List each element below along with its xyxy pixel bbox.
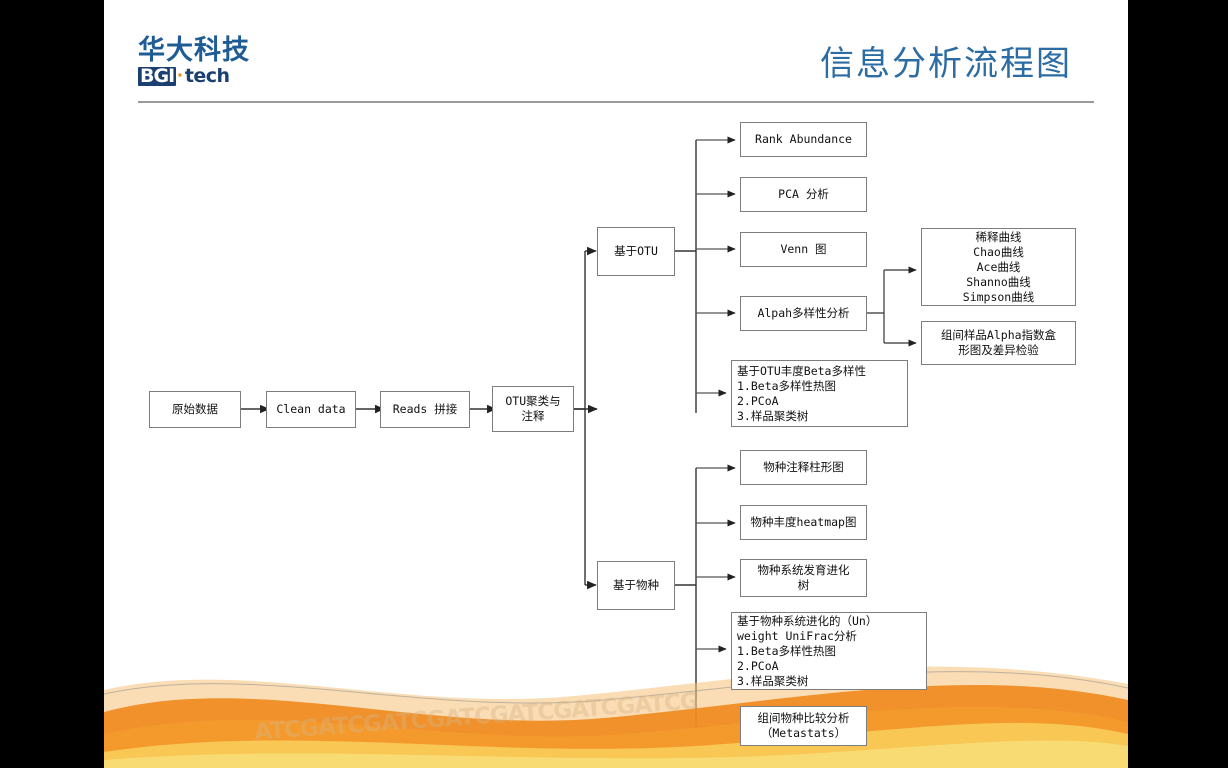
node-label: Rank Abundance [755, 132, 852, 146]
flow-node-reads-assembly[interactable]: Reads 拼接 [380, 391, 470, 428]
node-label: Reads 拼接 [392, 402, 458, 416]
node-label: 基于物种 [613, 578, 659, 592]
flow-node-metastats[interactable]: 组间物种比较分析 （Metastats） [740, 706, 867, 746]
flow-node-alpha-diversity[interactable]: Alpah多样性分析 [740, 296, 867, 331]
flow-node-by-species[interactable]: 基于物种 [597, 561, 675, 610]
flow-node-species-phylotree[interactable]: 物种系统发育进化 树 [740, 559, 867, 597]
flow-node-raw-data[interactable]: 原始数据 [149, 391, 241, 428]
flow-node-rank-abundance[interactable]: Rank Abundance [740, 122, 867, 157]
flow-node-diversity-curves[interactable]: 稀释曲线 Chao曲线 Ace曲线 Shanno曲线 Simpson曲线 [921, 228, 1076, 306]
node-label: 基于OTU丰度Beta多样性 1.Beta多样性热图 2.PCoA 3.样品聚类… [737, 363, 866, 423]
node-label: 物种系统发育进化 树 [757, 563, 850, 592]
node-label: 组间样品Alpha指数盒 形图及差异检验 [940, 328, 1057, 357]
flow-node-by-otu[interactable]: 基于OTU [597, 227, 675, 276]
node-label: Clean data [276, 402, 346, 416]
screenshot-viewport: ATCGATCGATCGATCGATCGATCGATCG 华大科技 BGI · … [0, 0, 1228, 768]
flow-node-species-heatmap[interactable]: 物种丰度heatmap图 [740, 505, 867, 540]
node-label: 组间物种比较分析 （Metastats） [757, 711, 850, 740]
node-label: 原始数据 [172, 402, 218, 416]
flow-node-pca-analysis[interactable]: PCA 分析 [740, 177, 867, 212]
node-label: Venn 图 [780, 242, 827, 256]
node-label: 基于物种系统进化的（Un） weight UniFrac分析 1.Beta多样性… [737, 613, 878, 688]
node-label: 物种丰度heatmap图 [750, 515, 857, 529]
presentation-slide: ATCGATCGATCGATCGATCGATCGATCG 华大科技 BGI · … [104, 0, 1128, 768]
node-label: 物种注释柱形图 [763, 460, 844, 474]
node-label: 基于OTU [614, 244, 658, 258]
node-label: Alpah多样性分析 [757, 306, 850, 320]
flow-node-unifrac-analysis[interactable]: 基于物种系统进化的（Un） weight UniFrac分析 1.Beta多样性… [731, 612, 927, 690]
flow-node-clean-data[interactable]: Clean data [266, 391, 356, 428]
node-label: PCA 分析 [778, 187, 829, 201]
flow-node-alpha-boxplot[interactable]: 组间样品Alpha指数盒 形图及差异检验 [921, 321, 1076, 365]
node-label: 稀释曲线 Chao曲线 Ace曲线 Shanno曲线 Simpson曲线 [962, 229, 1035, 304]
flow-node-beta-diversity-otu[interactable]: 基于OTU丰度Beta多样性 1.Beta多样性热图 2.PCoA 3.样品聚类… [731, 360, 908, 427]
node-label: OTU聚类与 注释 [505, 394, 561, 423]
flow-node-venn-diagram[interactable]: Venn 图 [740, 232, 867, 267]
flow-node-otu-clustering[interactable]: OTU聚类与 注释 [492, 386, 574, 432]
flow-node-species-barplot[interactable]: 物种注释柱形图 [740, 450, 867, 485]
